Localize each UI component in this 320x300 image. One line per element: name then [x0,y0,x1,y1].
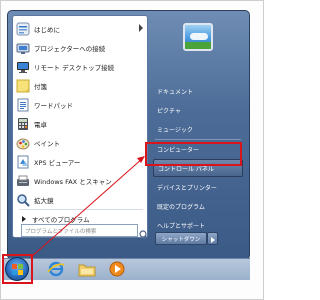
calculator-icon [16,117,30,131]
triangle-right-icon [22,216,26,222]
program-item-sticky-notes[interactable]: 付箋 [16,76,146,95]
user-picture[interactable] [183,23,213,51]
shutdown-label: シャットダウン [161,236,201,243]
program-item-getting-started[interactable]: はじめに [16,19,146,38]
program-label: はじめに [34,25,60,34]
program-item-wordpad[interactable]: ワードパッド [16,95,146,114]
right-item-label: ミュージック [157,126,193,134]
program-label: ワードパッド [34,101,73,110]
search-input[interactable]: プログラムとファイルの検索 [21,224,138,237]
fax-scan-icon [16,174,30,188]
right-item-default-programs[interactable]: 既定のプログラム [153,197,243,215]
shutdown-options-button[interactable] [207,232,218,245]
divider [19,209,143,210]
search-placeholder: プログラムとファイルの検索 [25,228,97,235]
right-item-label: ドキュメント [157,88,194,96]
right-item-label: ヘルプとサポート [157,222,206,230]
program-label: 付箋 [34,82,47,91]
program-label: 拡大鏡 [34,196,54,205]
taskbar [3,258,250,280]
right-item-label: デバイスとプリンター [157,184,217,192]
right-item-pictures[interactable]: ピクチャ [153,101,243,119]
program-label: リモート デスクトップ接続 [34,63,115,72]
media-player-icon[interactable] [108,261,126,277]
paint-icon [16,136,30,150]
shutdown-button[interactable]: シャットダウン [155,232,207,245]
landscape-ground [185,42,211,49]
program-item-calculator[interactable]: 電卓 [16,114,146,133]
program-label: プロジェクターへの接続 [34,44,106,53]
program-label: ペイント [34,139,60,148]
sticky-notes-icon [16,79,30,93]
xps-viewer-icon [16,155,30,169]
program-item-magnifier[interactable]: 拡大鏡 [16,190,146,209]
getting-started-icon [16,22,30,36]
program-item-fax-scan[interactable]: Windows FAX とスキャン [16,171,146,190]
submenu-arrow-icon [139,24,143,32]
program-item-projector[interactable]: プロジェクターへの接続 [16,38,146,57]
program-item-remote-desktop[interactable]: リモート デスクトップ接続 [16,57,146,76]
right-item-music[interactable]: ミュージック [153,120,243,138]
program-label: XPS ビューアー [34,158,81,167]
program-label: Windows FAX とスキャン [34,177,112,186]
annotation-highlight-start-button [2,254,33,284]
all-programs-label: すべてのプログラム [32,216,90,224]
projector-icon [16,41,30,55]
explorer-folder-icon[interactable] [78,261,96,277]
right-item-label: 既定のプログラム [157,203,205,211]
start-menu: はじめに プロジェクターへの接続 リモート デスクトップ接続 付箋 ワードパッド… [7,10,250,260]
wordpad-icon [16,98,30,112]
program-item-xps-viewer[interactable]: XPS ビューアー [16,152,146,171]
annotation-highlight-control-panel [145,142,242,166]
internet-explorer-icon[interactable] [47,261,65,277]
program-item-paint[interactable]: ペイント [16,133,146,152]
cloud-icon [190,33,208,40]
search-icon[interactable] [139,225,147,237]
right-pane: ドキュメント ピクチャ ミュージック コンピューター コントロール パネル デバ… [150,15,247,255]
right-item-devices-printers[interactable]: デバイスとプリンター [153,178,243,196]
right-item-label: ピクチャ [157,107,181,115]
program-label: 電卓 [34,120,47,129]
right-item-documents[interactable]: ドキュメント [153,82,243,100]
remote-desktop-icon [16,60,30,74]
magnifier-icon [16,193,30,207]
program-list-pane: はじめに プロジェクターへの接続 リモート デスクトップ接続 付箋 ワードパッド… [12,15,148,238]
